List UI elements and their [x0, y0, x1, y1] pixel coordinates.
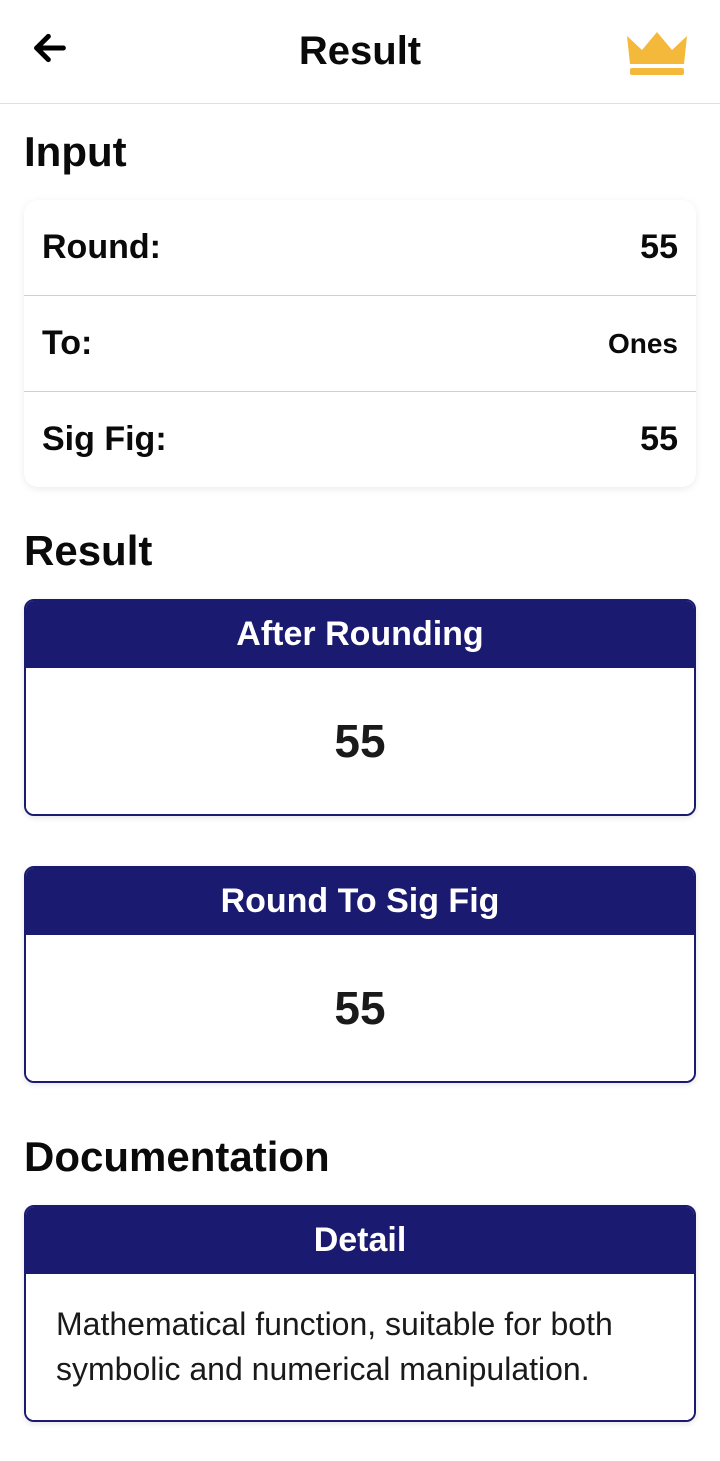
result-section-title: Result — [24, 527, 696, 575]
back-button[interactable] — [30, 28, 70, 75]
input-row-sigfig: Sig Fig: 55 — [24, 392, 696, 487]
documentation-section-title: Documentation — [24, 1133, 696, 1181]
result-card-header: Round To Sig Fig — [26, 868, 694, 935]
app-header: Result — [0, 0, 720, 104]
input-section-title: Input — [24, 128, 696, 176]
result-card-value: 55 — [26, 668, 694, 814]
result-card-header: After Rounding — [26, 601, 694, 668]
page-title: Result — [299, 29, 421, 74]
input-label: To: — [42, 324, 92, 363]
result-card-sigfig: Round To Sig Fig 55 — [24, 866, 696, 1083]
result-card-value: 55 — [26, 935, 694, 1081]
input-row-to: To: Ones — [24, 296, 696, 392]
documentation-header: Detail — [26, 1207, 694, 1274]
content-area: Input Round: 55 To: Ones Sig Fig: 55 Res… — [0, 104, 720, 1446]
input-value: Ones — [608, 328, 678, 360]
input-card: Round: 55 To: Ones Sig Fig: 55 — [24, 200, 696, 487]
input-value: 55 — [640, 228, 678, 267]
input-label: Round: — [42, 228, 161, 267]
crown-icon[interactable] — [624, 26, 690, 78]
input-row-round: Round: 55 — [24, 200, 696, 296]
documentation-card: Detail Mathematical function, suitable f… — [24, 1205, 696, 1422]
input-label: Sig Fig: — [42, 420, 167, 459]
input-value: 55 — [640, 420, 678, 459]
documentation-body: Mathematical function, suitable for both… — [26, 1274, 694, 1420]
result-card-after-rounding: After Rounding 55 — [24, 599, 696, 816]
